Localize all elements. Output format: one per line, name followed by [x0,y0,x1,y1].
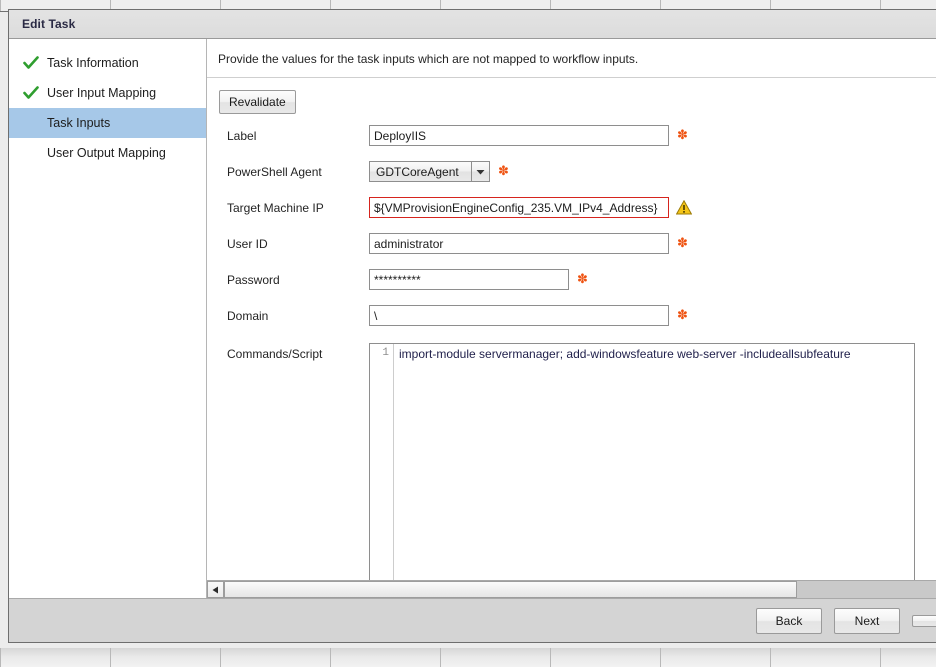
sidebar-item-label: User Input Mapping [47,86,157,100]
revalidate-row: Revalidate [207,78,936,114]
powershell-agent-select[interactable]: GDTCoreAgent [369,161,490,182]
label-input[interactable] [369,125,669,146]
tab-divider [660,648,661,667]
sidebar-item-user-input-mapping[interactable]: User Input Mapping [9,78,206,108]
tab-divider [440,648,441,667]
sidebar-item-user-output-mapping[interactable]: User Output Mapping [9,138,206,168]
sidebar-item-task-inputs[interactable]: Task Inputs [9,108,206,138]
third-footer-button[interactable] [912,614,936,627]
sidebar-item-label: Task Information [47,56,139,70]
tab-divider [330,648,331,667]
form-row-password: Password ✽ [207,269,936,305]
field-label: Commands/Script [227,347,323,361]
field-label: Domain [227,309,269,323]
field-control: ✽ [369,305,688,326]
scrollbar-track[interactable] [224,581,936,598]
wizard-navigation: Task Information User Input Mapping Task… [9,39,207,598]
commands-script-editor[interactable]: 1 import-module servermanager; add-windo… [369,343,915,580]
tab-divider [0,648,1,667]
user-id-input[interactable] [369,233,669,254]
required-asterisk-icon: ✽ [677,308,688,323]
tab-divider [0,0,1,11]
check-icon [23,85,41,101]
form-row-powershell-agent: PowerShell Agent GDTCoreAgent ✽ [207,161,936,197]
field-label: Password [227,273,280,287]
tab-divider [220,648,221,667]
sidebar-item-task-information[interactable]: Task Information [9,48,206,78]
scroll-left-arrow-icon[interactable] [207,581,224,598]
powershell-agent-selected-value: GDTCoreAgent [376,164,459,179]
dialog-body: Task Information User Input Mapping Task… [9,39,936,598]
dialog-titlebar: Edit Task [9,10,936,39]
tab-divider [550,648,551,667]
required-asterisk-icon: ✽ [677,236,688,251]
revalidate-button[interactable]: Revalidate [219,90,296,114]
warning-triangle-icon [676,200,692,215]
required-asterisk-icon: ✽ [498,164,509,179]
tab-divider [110,648,111,667]
tab-divider [770,648,771,667]
form-row-user-id: User ID ✽ [207,233,936,269]
next-button[interactable]: Next [834,607,900,634]
task-inputs-panel: Provide the values for the task inputs w… [207,39,936,598]
form-row-commands-script: Commands/Script 1 import-module serverma… [207,343,936,580]
form-row-label: Label ✽ [207,125,936,161]
edit-task-dialog: Edit Task Task Information User Input Ma… [8,9,936,643]
sidebar-item-label: User Output Mapping [47,146,166,160]
dialog-title: Edit Task [22,17,76,31]
field-control: ✽ [369,269,588,290]
background-tab-strip-bottom [0,648,936,667]
field-label: PowerShell Agent [227,165,322,179]
chevron-down-icon[interactable] [471,162,489,181]
panel-description: Provide the values for the task inputs w… [207,39,936,78]
horizontal-scrollbar[interactable] [207,580,936,598]
form-row-target-machine-ip: Target Machine IP [207,197,936,233]
check-icon [23,55,41,71]
form-row-domain: Domain ✽ [207,305,936,341]
required-asterisk-icon: ✽ [577,272,588,287]
editor-line-number-gutter: 1 [370,344,394,580]
tab-divider [880,648,881,667]
required-asterisk-icon: ✽ [677,128,688,143]
dialog-footer: Back Next [9,598,936,642]
field-label: Label [227,129,257,143]
back-button[interactable]: Back [756,607,822,634]
field-label: Target Machine IP [227,201,324,215]
scrollbar-thumb[interactable] [224,581,797,598]
editor-code-text[interactable]: import-module servermanager; add-windows… [394,344,914,580]
field-control [369,197,692,218]
domain-input[interactable] [369,305,669,326]
field-control: ✽ [369,233,688,254]
password-input[interactable] [369,269,569,290]
target-machine-ip-input[interactable] [369,197,669,218]
sidebar-item-label: Task Inputs [47,116,111,130]
form-scroll-region: Revalidate Label ✽ PowerShell Agent [207,78,936,580]
field-control: ✽ [369,125,688,146]
task-inputs-form: Label ✽ PowerShell Agent GDTCoreAgent [207,125,936,580]
field-label: User ID [227,237,268,251]
field-control: GDTCoreAgent ✽ [369,161,509,182]
